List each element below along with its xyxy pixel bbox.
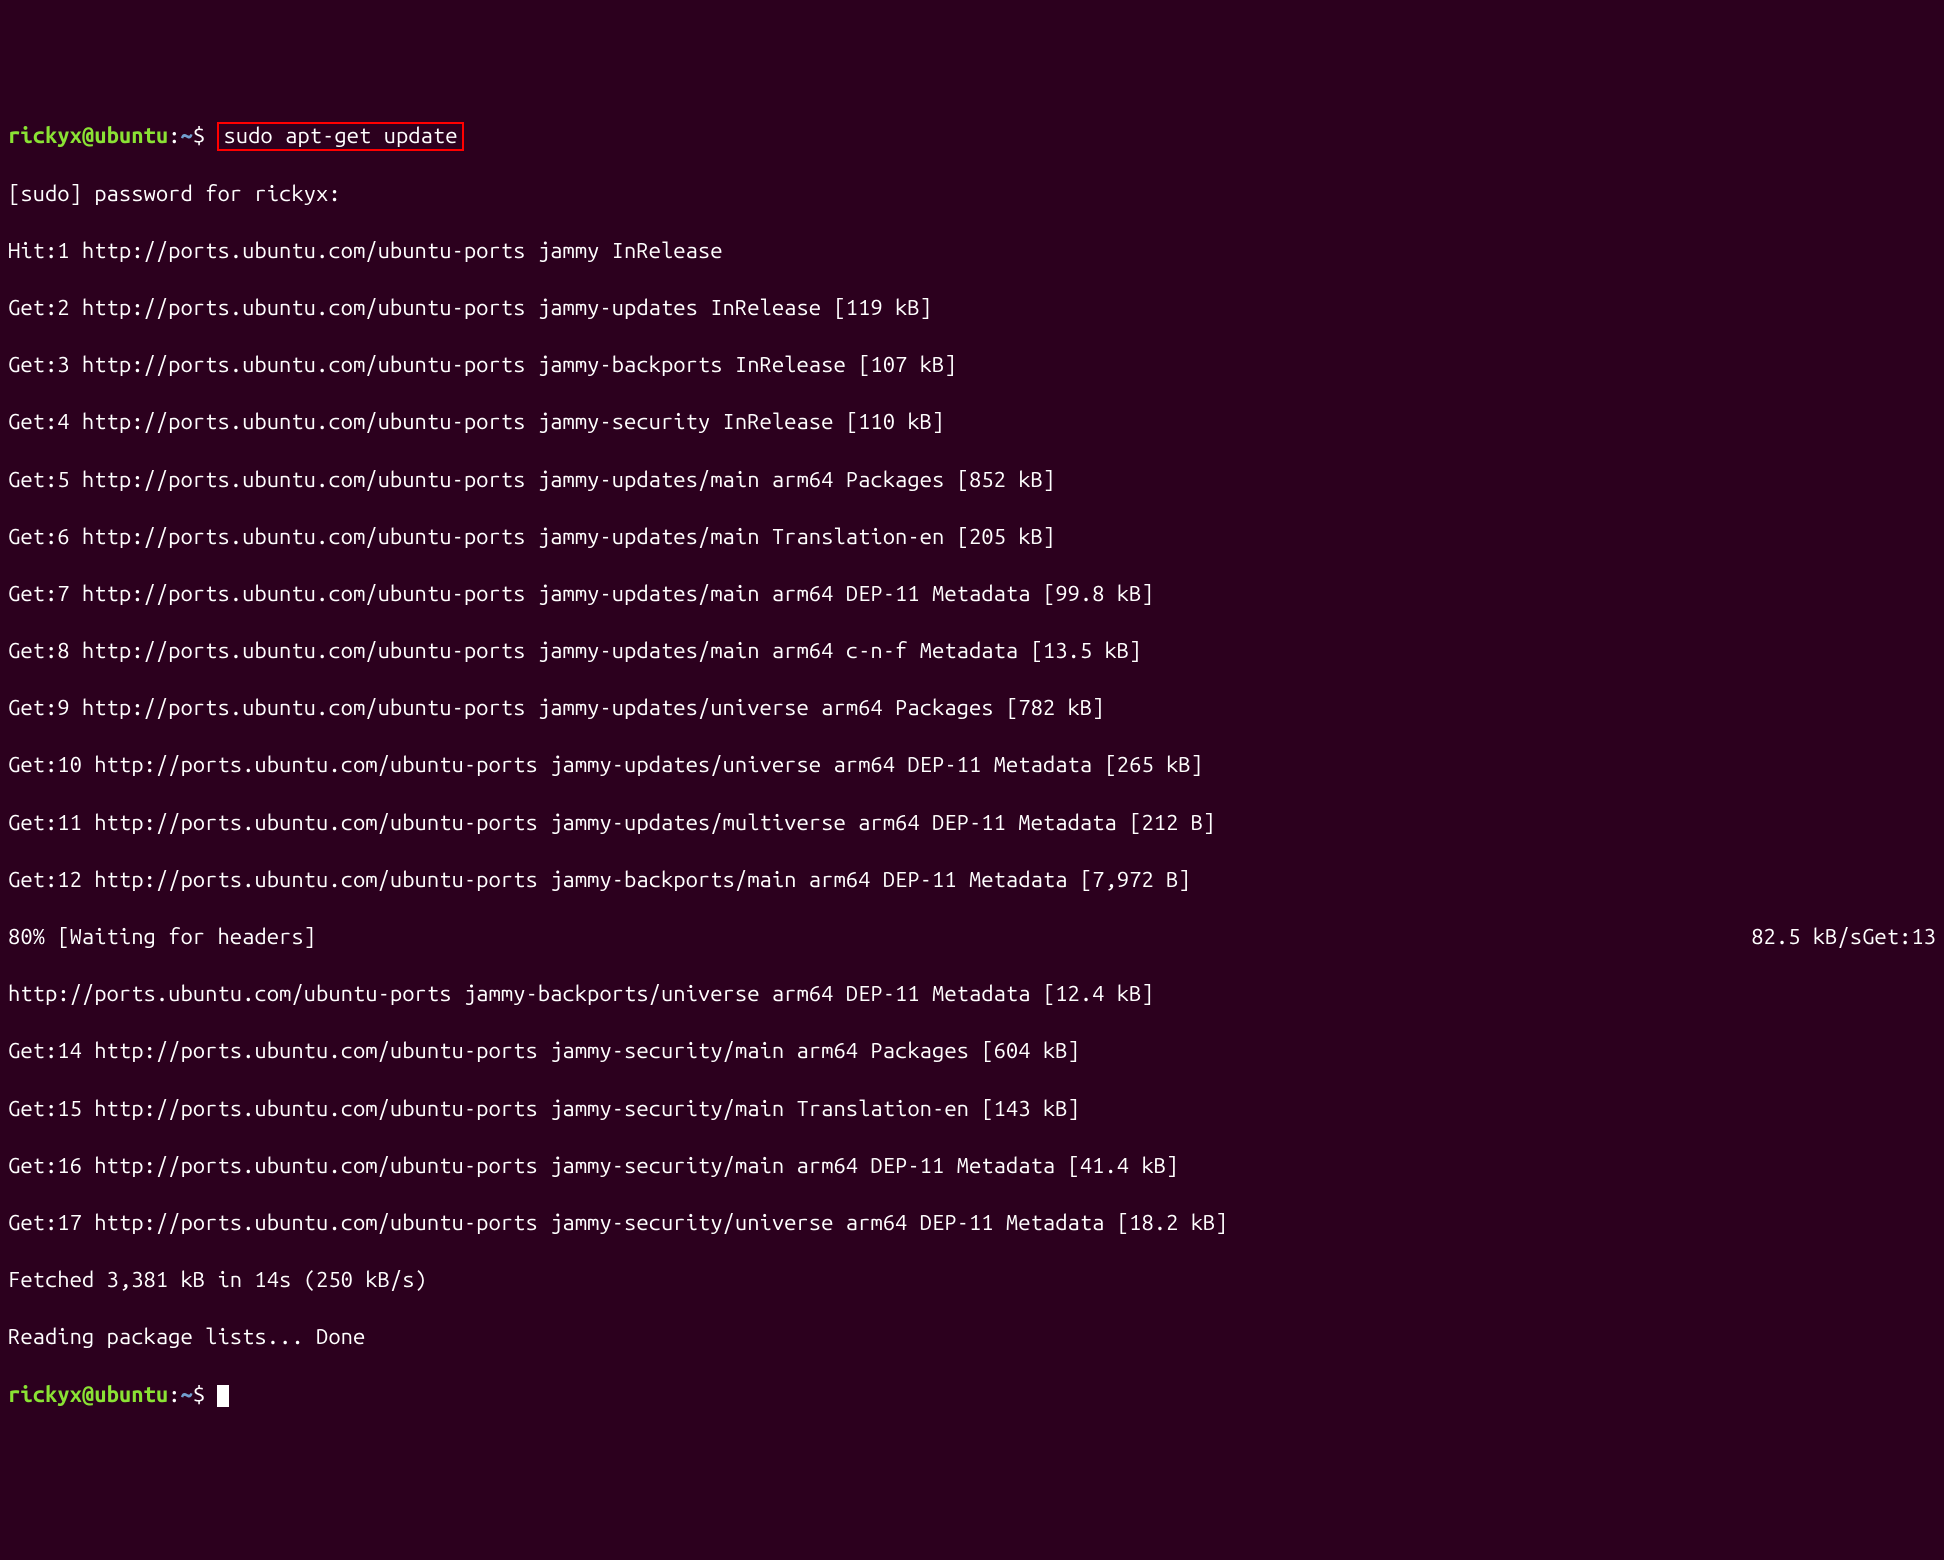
progress-left: 80% [Waiting for headers] <box>8 924 316 949</box>
output-line: Get:11 http://ports.ubuntu.com/ubuntu-po… <box>8 809 1936 838</box>
cursor-icon <box>217 1385 229 1407</box>
output-line: Get:8 http://ports.ubuntu.com/ubuntu-por… <box>8 637 1936 666</box>
output-line: Get:14 http://ports.ubuntu.com/ubuntu-po… <box>8 1037 1936 1066</box>
output-line: Get:6 http://ports.ubuntu.com/ubuntu-por… <box>8 523 1936 552</box>
prompt-user: rickyx <box>8 123 82 148</box>
prompt-user: rickyx <box>8 1382 82 1407</box>
prompt-path: ~ <box>181 1382 193 1407</box>
prompt-dollar: $ <box>193 1382 218 1407</box>
prompt-path: ~ <box>181 123 193 148</box>
output-line: [sudo] password for rickyx: <box>8 180 1936 209</box>
prompt-host: ubuntu <box>94 123 168 148</box>
output-line: Get:5 http://ports.ubuntu.com/ubuntu-por… <box>8 466 1936 495</box>
prompt-host: ubuntu <box>94 1382 168 1407</box>
prompt-line-1[interactable]: rickyx@ubuntu:~$ sudo apt-get update <box>8 122 1936 151</box>
prompt-at: @ <box>82 123 94 148</box>
prompt-line-2[interactable]: rickyx@ubuntu:~$ <box>8 1381 1936 1410</box>
output-line: Hit:1 http://ports.ubuntu.com/ubuntu-por… <box>8 237 1936 266</box>
output-line: http://ports.ubuntu.com/ubuntu-ports jam… <box>8 980 1936 1009</box>
progress-right: 82.5 kB/sGet:13 <box>1751 923 1936 952</box>
output-line: Get:16 http://ports.ubuntu.com/ubuntu-po… <box>8 1152 1936 1181</box>
prompt-colon: : <box>168 123 180 148</box>
output-line: Get:17 http://ports.ubuntu.com/ubuntu-po… <box>8 1209 1936 1238</box>
prompt-colon: : <box>168 1382 180 1407</box>
output-line: Get:7 http://ports.ubuntu.com/ubuntu-por… <box>8 580 1936 609</box>
output-line: Fetched 3,381 kB in 14s (250 kB/s) <box>8 1266 1936 1295</box>
output-line: Get:2 http://ports.ubuntu.com/ubuntu-por… <box>8 294 1936 323</box>
prompt-at: @ <box>82 1382 94 1407</box>
progress-line: 80% [Waiting for headers] 82.5 kB/sGet:13 <box>8 923 1936 952</box>
output-line: Get:12 http://ports.ubuntu.com/ubuntu-po… <box>8 866 1936 895</box>
output-line: Get:3 http://ports.ubuntu.com/ubuntu-por… <box>8 351 1936 380</box>
output-line: Get:15 http://ports.ubuntu.com/ubuntu-po… <box>8 1095 1936 1124</box>
command-highlight: sudo apt-get update <box>217 122 463 150</box>
output-line: Get:9 http://ports.ubuntu.com/ubuntu-por… <box>8 694 1936 723</box>
output-line: Get:10 http://ports.ubuntu.com/ubuntu-po… <box>8 751 1936 780</box>
output-line: Get:4 http://ports.ubuntu.com/ubuntu-por… <box>8 408 1936 437</box>
output-line: Reading package lists... Done <box>8 1323 1936 1352</box>
prompt-dollar: $ <box>193 123 218 148</box>
